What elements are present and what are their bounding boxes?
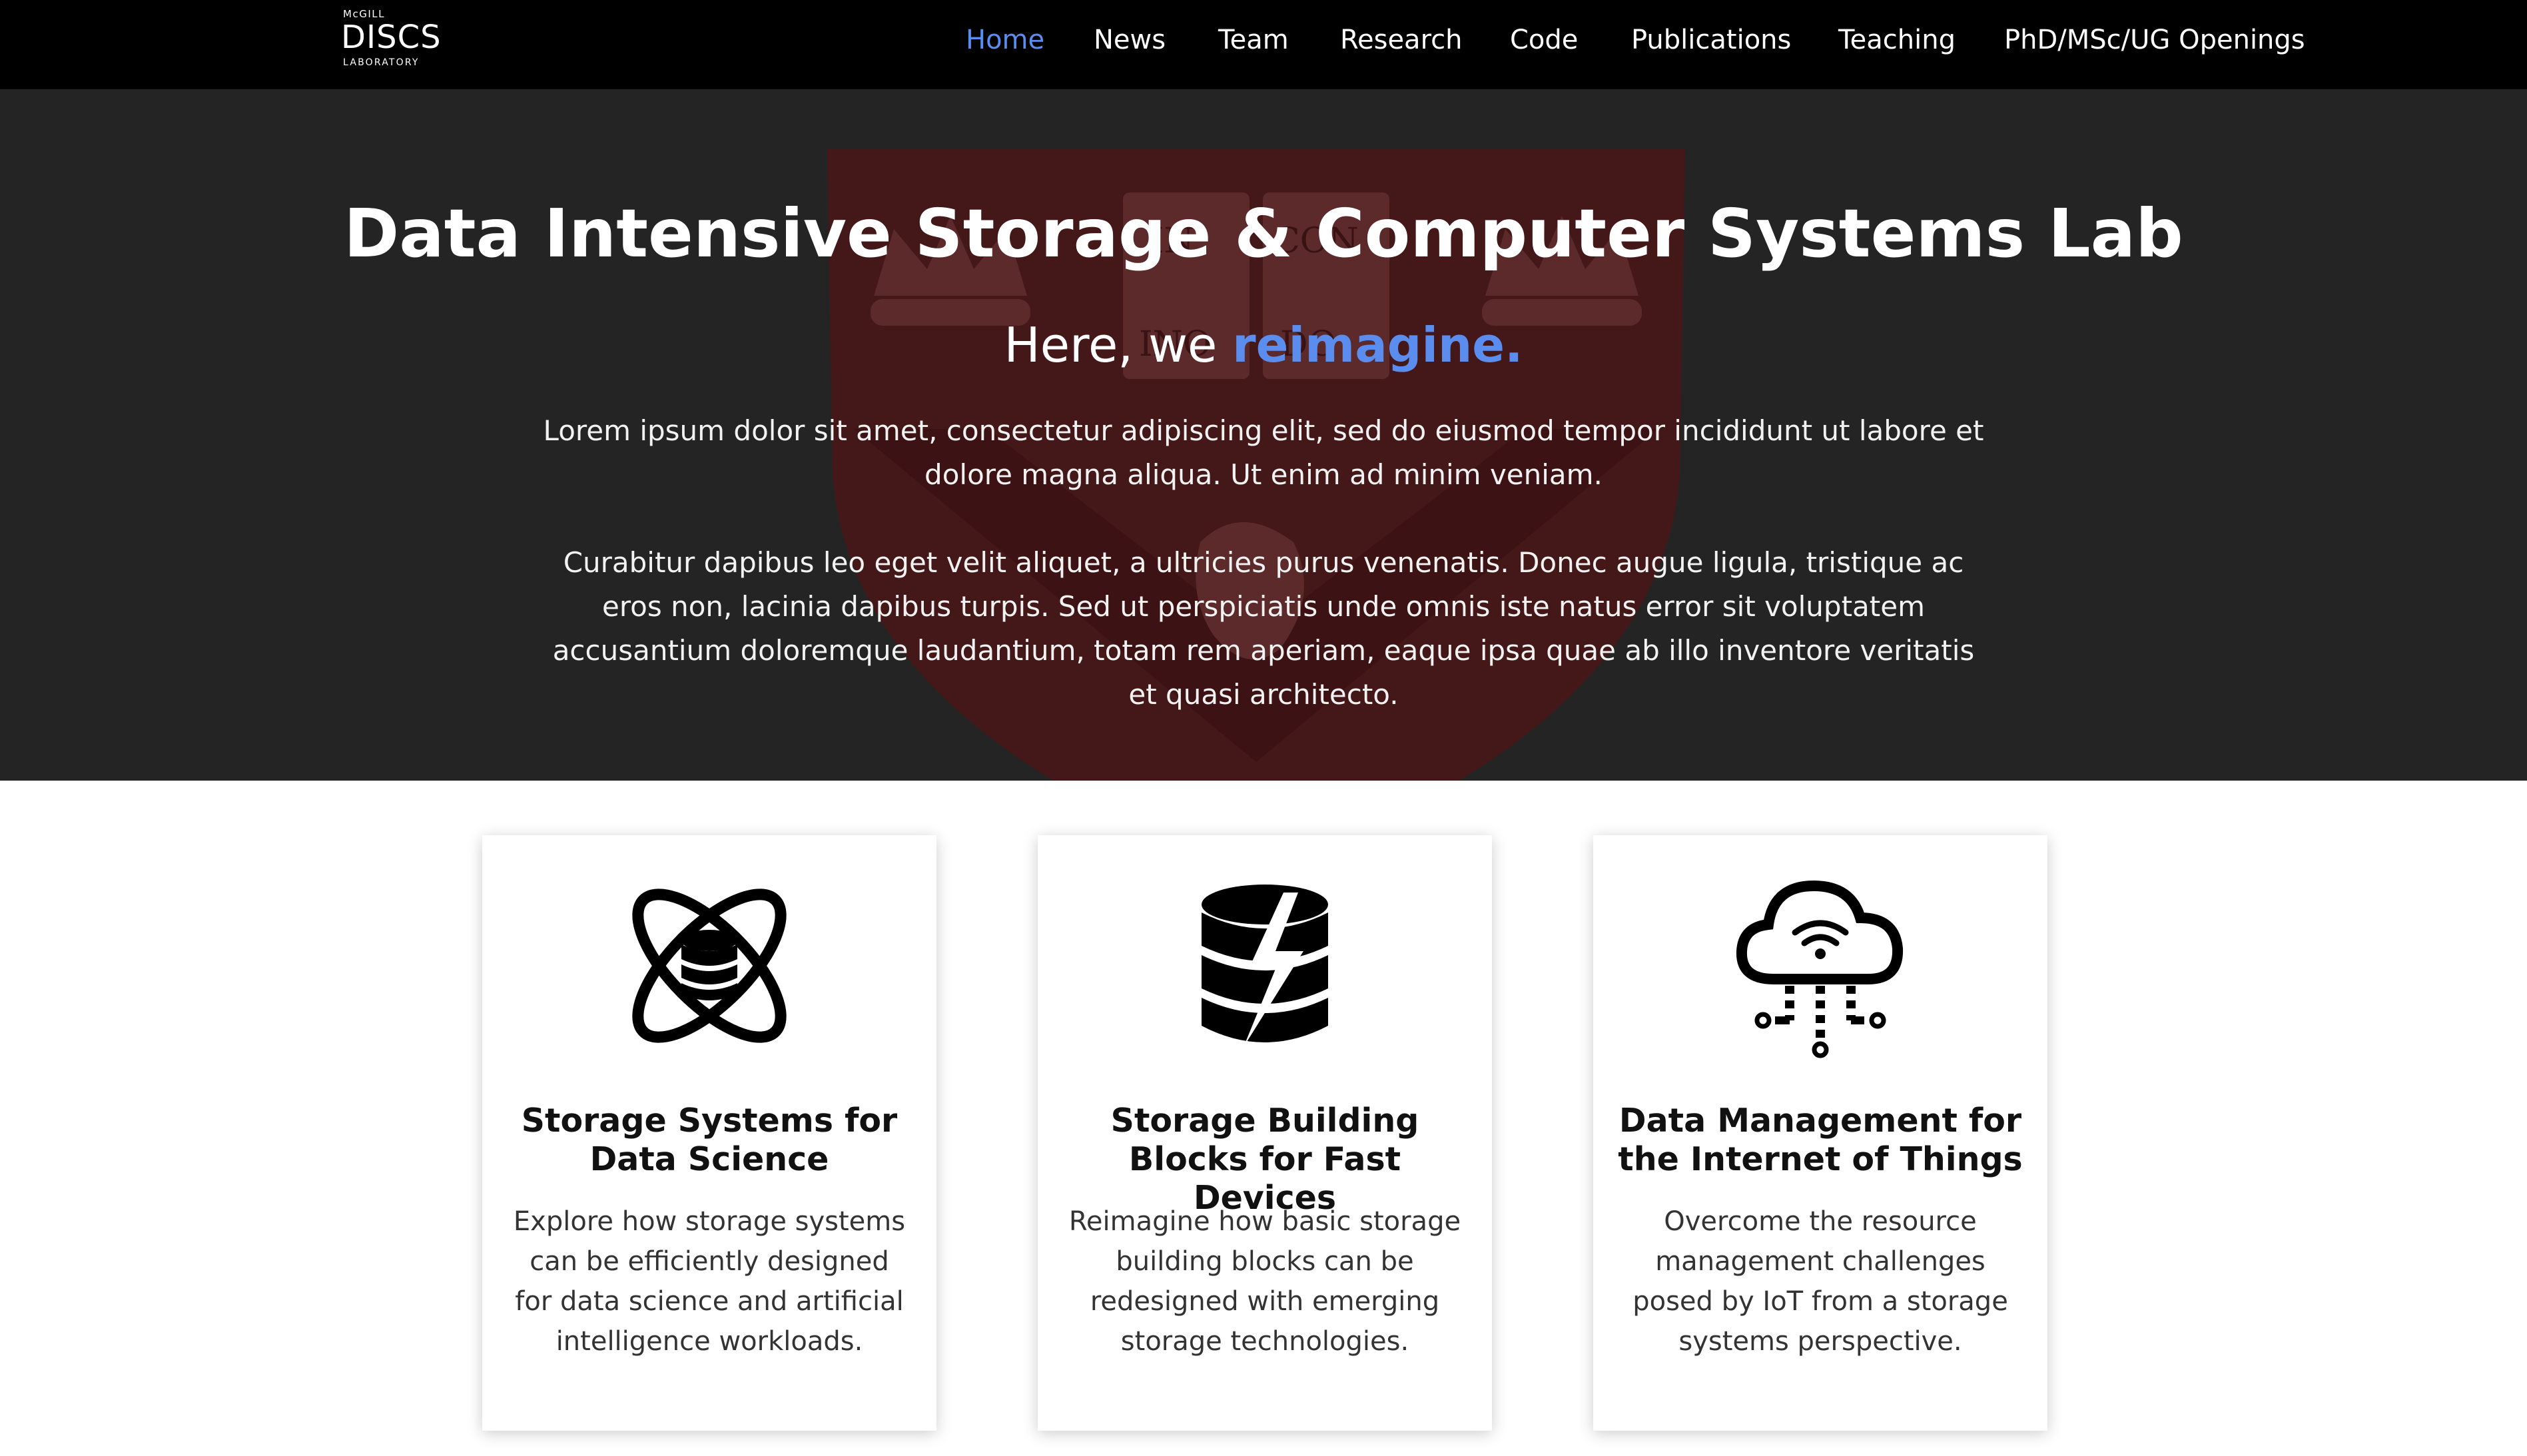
card-title: Storage Systems for Data Science [521,1102,898,1178]
nav-research[interactable]: Research [1340,0,1462,80]
logo-discs-text: DISCS [341,19,442,56]
cloud-iot-icon [1736,880,1904,1058]
nav-code[interactable]: Code [1510,0,1578,80]
card-title: Data Management for the Internet of Thin… [1618,1102,2023,1178]
research-card-building-blocks[interactable]: Storage Building Blocks for Fast Devices… [1038,835,1492,1431]
nav-openings[interactable]: PhD/MSc/UG Openings [2004,0,2305,80]
hero-paragraph-2: Curabitur dapibus leo eget velit aliquet… [552,546,1975,711]
card-title: Storage Building Blocks for Fast Devices [1110,1102,1419,1217]
card-description: Explore how storage systems can be effic… [513,1206,906,1357]
hero-section: IN CON INO DO Data Intensive Storage & C… [0,89,2527,781]
top-navbar: McGILL DISCS LABORATORY Home News Team R… [0,0,2527,89]
nav-team[interactable]: Team [1218,0,1289,80]
nav-home[interactable]: Home [966,0,1044,80]
research-card-data-science[interactable]: Storage Systems for Data Science Explore… [482,835,936,1431]
logo-laboratory-text: LABORATORY [343,57,420,68]
atom-database-icon [632,889,787,1043]
hero-title: Data Intensive Storage & Computer System… [344,194,2183,272]
card-description: Reimagine how basic storage building blo… [1068,1206,1461,1357]
tagline-accent: reimagine. [1232,317,1523,373]
nav-teaching[interactable]: Teaching [1838,0,1956,80]
database-lightning-icon [1202,885,1328,1047]
tagline-prefix: Here, we [1004,317,1233,373]
nav-news[interactable]: News [1094,0,1166,80]
nav-publications[interactable]: Publications [1631,0,1791,80]
card-description: Overcome the resource management challen… [1632,1206,2008,1357]
hero-paragraph-1: Lorem ipsum dolor sit amet, consectetur … [543,414,1984,491]
hero-tagline: Here, we reimagine. [0,312,2527,378]
discs-lab-logo[interactable]: McGILL DISCS LABORATORY [341,7,441,73]
research-card-iot[interactable]: Data Management for the Internet of Thin… [1593,835,2047,1431]
